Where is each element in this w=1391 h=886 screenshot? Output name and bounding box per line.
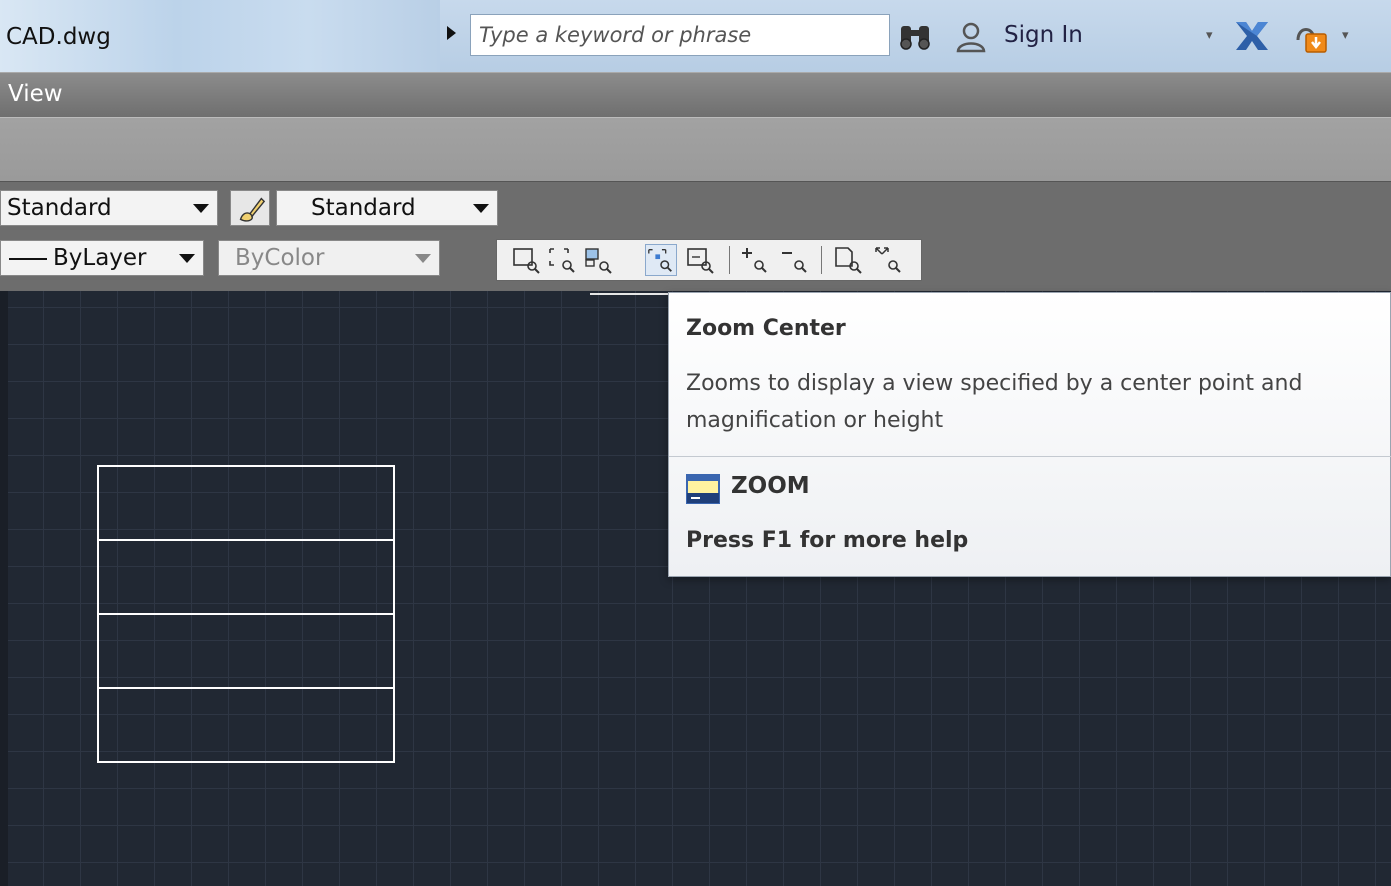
- tooltip-title: Zoom Center: [686, 316, 846, 341]
- zoom-out-icon[interactable]: [779, 244, 811, 276]
- search-input[interactable]: [470, 14, 890, 56]
- zoom-toolbar: [496, 239, 922, 281]
- chevron-down-icon: [179, 254, 195, 263]
- chevron-down-icon: [193, 204, 209, 213]
- sign-in-link[interactable]: Sign In: [1004, 22, 1083, 48]
- tooltip-divider: [669, 456, 1391, 457]
- zoom-center-icon[interactable]: [645, 244, 677, 276]
- tooltip-command-name: ZOOM: [731, 473, 810, 499]
- zoom-object-icon[interactable]: [685, 244, 717, 276]
- brush-style-button[interactable]: [230, 190, 270, 226]
- command-line-icon: [686, 474, 720, 504]
- zoom-extents-icon[interactable]: [873, 244, 905, 276]
- autocad-window: CAD.dwg Sign In ▾ ▾ View: [0, 0, 1391, 886]
- binoculars-icon[interactable]: [898, 22, 932, 52]
- toolbar-separator: [821, 246, 822, 274]
- x-exchange-icon[interactable]: [1232, 18, 1272, 54]
- zoom-all-icon[interactable]: [833, 244, 865, 276]
- file-title: CAD.dwg: [6, 24, 111, 50]
- crosshair-cursor-line: [590, 293, 670, 295]
- title-bar: CAD.dwg Sign In ▾ ▾: [0, 0, 1391, 72]
- linetype-sample-line: [9, 258, 47, 260]
- toolbar-separator: [729, 246, 730, 274]
- plot-style-dropdown[interactable]: ByColor: [218, 240, 440, 276]
- plot-style-value: ByColor: [235, 245, 325, 271]
- sign-in-dropdown-icon[interactable]: ▾: [1206, 28, 1213, 43]
- ribbon-area: [0, 117, 1391, 181]
- brush-icon: [239, 197, 266, 222]
- tooltip-description: Zooms to display a view specified by a c…: [686, 371, 1303, 433]
- dimension-style-dropdown[interactable]: Standard: [276, 190, 498, 226]
- drawing-rectangles[interactable]: [97, 465, 397, 765]
- dimension-style-value: Standard: [311, 195, 416, 221]
- user-icon[interactable]: [954, 20, 988, 54]
- tooltip-help-hint: Press F1 for more help: [686, 528, 969, 553]
- linetype-dropdown[interactable]: ByLayer: [0, 240, 204, 276]
- search-expand-arrow-icon[interactable]: [447, 26, 456, 40]
- lock-download-icon[interactable]: [1292, 18, 1332, 56]
- text-style-dropdown[interactable]: Standard: [0, 190, 218, 226]
- linetype-value: ByLayer: [53, 245, 147, 271]
- lock-dropdown-icon[interactable]: ▾: [1342, 28, 1349, 43]
- canvas-left-edge: [0, 291, 8, 886]
- zoom-window-icon[interactable]: [511, 244, 543, 276]
- zoom-scale-icon[interactable]: [583, 244, 615, 276]
- chevron-down-icon: [473, 204, 489, 213]
- zoom-in-icon[interactable]: [739, 244, 771, 276]
- zoom-dynamic-icon[interactable]: [547, 244, 579, 276]
- chevron-down-icon: [415, 254, 431, 263]
- text-style-value: Standard: [7, 195, 112, 221]
- menu-bar: View: [0, 72, 1391, 117]
- zoom-center-tooltip: Zoom Center Zooms to display a view spec…: [668, 292, 1391, 577]
- menu-item-view[interactable]: View: [8, 81, 63, 107]
